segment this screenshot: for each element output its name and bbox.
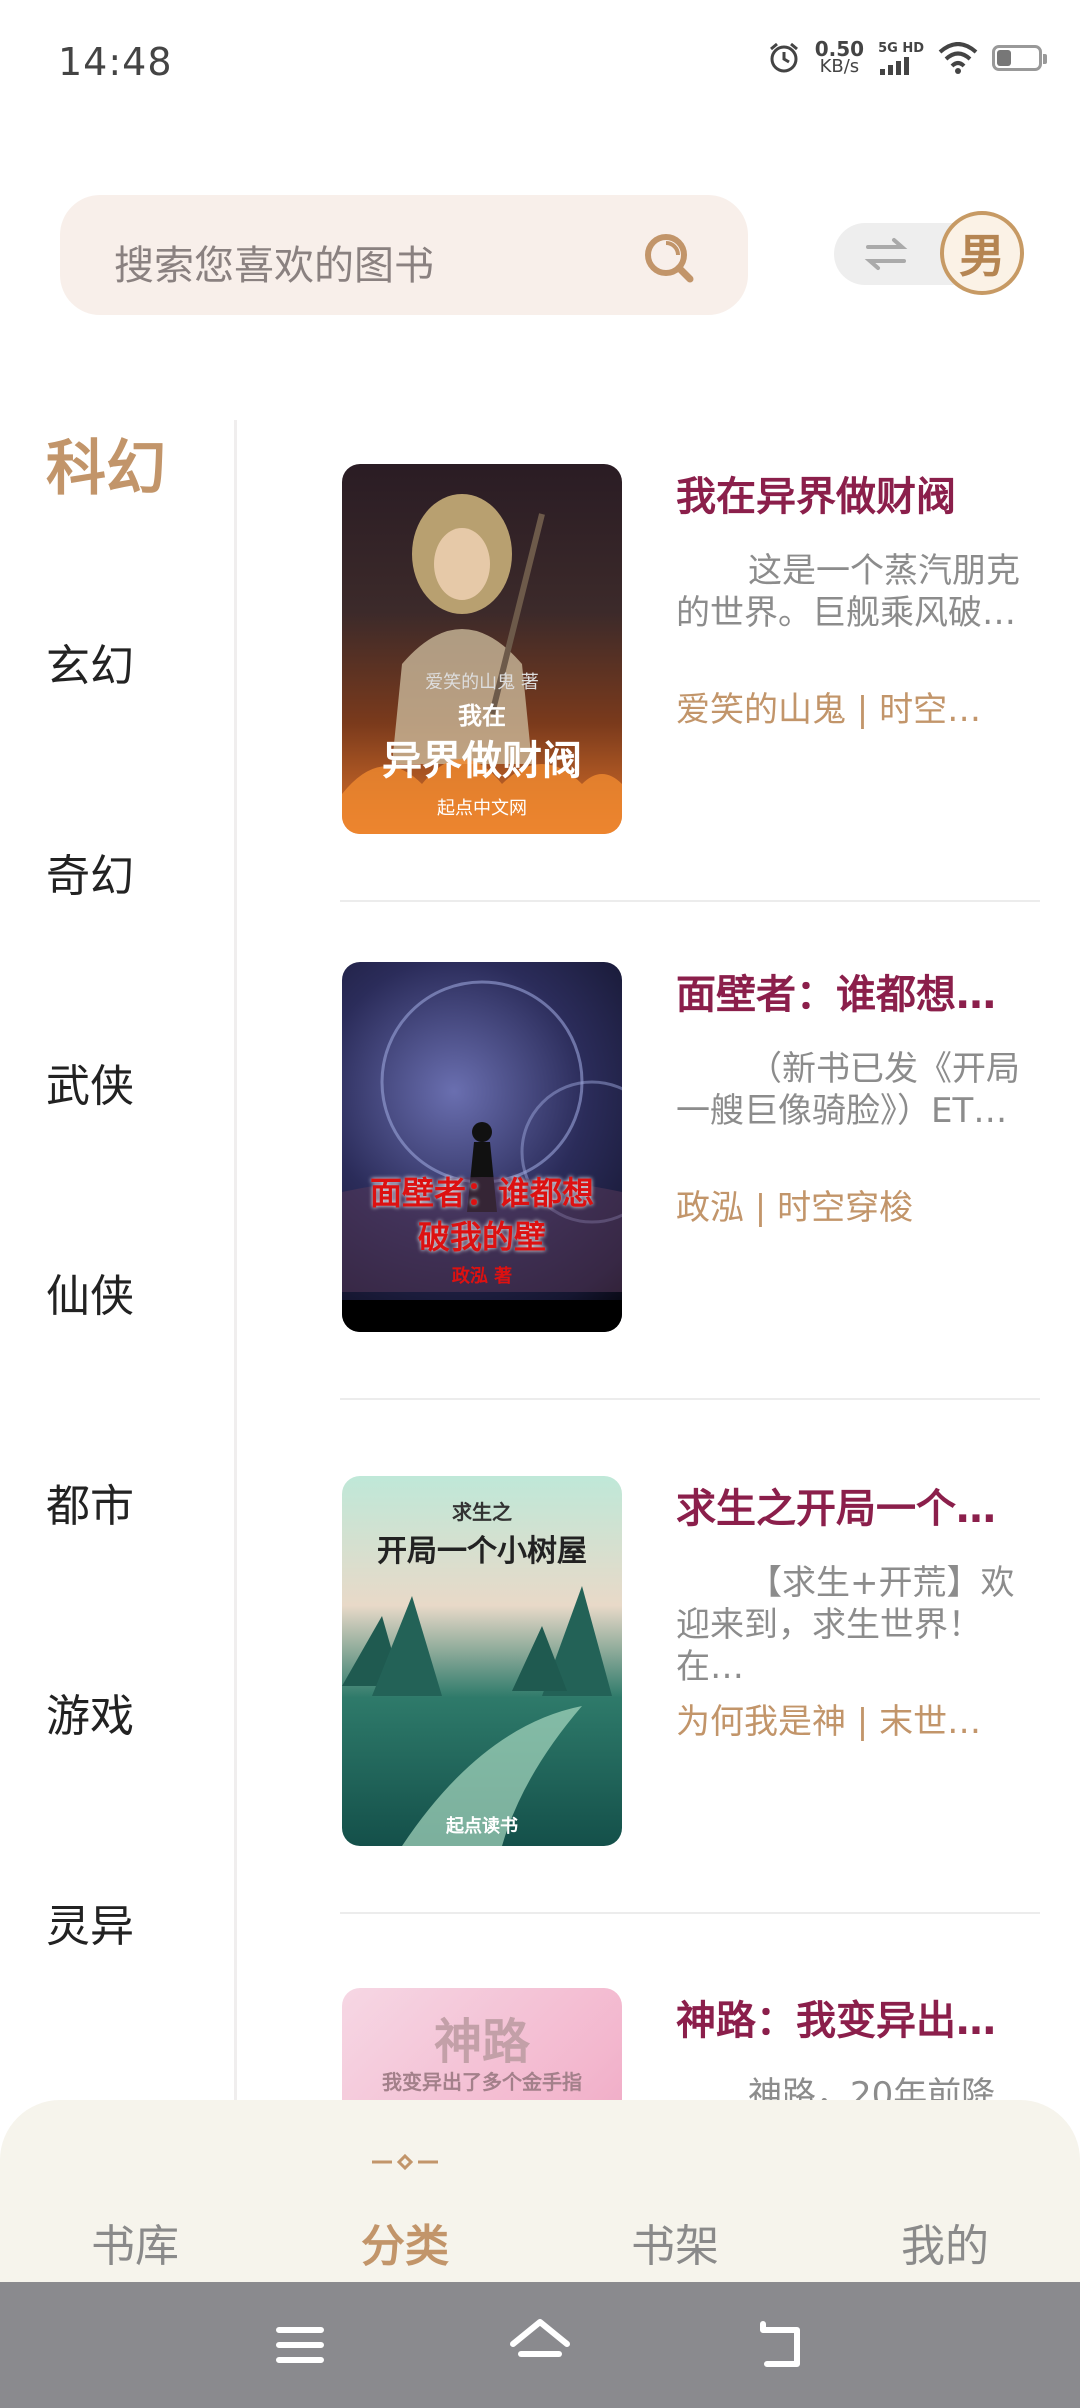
book-cover[interactable]: 面壁者：谁都想 破我的壁 政泓 著 — [342, 962, 622, 1332]
network-type: 5G HD — [878, 40, 924, 56]
status-time: 14:48 — [58, 40, 173, 84]
category-item-urban[interactable]: 都市 — [46, 1470, 134, 1534]
book-list: 爱笑的山鬼 著 我在 异界做财阀 起点中文网 我在异界做财阀 这是一个蒸汽朋克的… — [340, 420, 1040, 2100]
tab-bookshelf[interactable]: 书架 — [540, 2210, 810, 2274]
book-title[interactable]: 我在异界做财阀 — [676, 464, 956, 522]
tab-mine[interactable]: 我的 — [810, 2210, 1080, 2274]
status-bar: 14:48 0.50 KB/s 5G HD — [0, 0, 1080, 120]
cover-line1: 我在 — [458, 701, 506, 730]
category-item-scifi[interactable]: 科幻 — [46, 420, 166, 507]
book-item[interactable]: 爱笑的山鬼 著 我在 异界做财阀 起点中文网 我在异界做财阀 这是一个蒸汽朋克的… — [340, 420, 1040, 902]
menu-icon[interactable] — [265, 2310, 335, 2380]
divider — [340, 1912, 1040, 1914]
divider — [340, 1398, 1040, 1400]
signal-icon — [880, 56, 910, 75]
cover-line1: 求生之 — [452, 1500, 512, 1524]
wifi-icon — [938, 42, 978, 74]
cover-publisher: 起点读书 — [446, 1816, 518, 1837]
book-cover[interactable]: 爱笑的山鬼 著 我在 异界做财阀 起点中文网 — [342, 464, 622, 834]
cover-line2: 异界做财阀 — [382, 737, 582, 784]
cover-line1: 面壁者：谁都想 — [369, 1174, 594, 1212]
battery-icon — [992, 45, 1047, 71]
cover-line2: 破我的壁 — [417, 1218, 546, 1256]
search-icon[interactable] — [640, 229, 696, 285]
cover-publisher: 起点中文网 — [437, 798, 527, 819]
gender-toggle[interactable]: 男 — [834, 211, 1024, 295]
home-icon[interactable] — [505, 2310, 575, 2380]
category-item-game[interactable]: 游戏 — [46, 1680, 134, 1744]
book-meta: 爱笑的山鬼 | 时空… — [676, 690, 982, 730]
cover-author: 爱笑的山鬼 著 — [425, 672, 539, 693]
book-cover[interactable]: 求生之 开局一个小树屋 起点读书 — [342, 1476, 622, 1846]
book-title[interactable]: 面壁者：谁都想… — [676, 962, 996, 1020]
status-icons: 0.50 KB/s 5G HD — [767, 39, 1047, 77]
book-meta: 政泓 | 时空穿梭 — [676, 1188, 914, 1228]
book-meta: 为何我是神 | 末世… — [676, 1702, 982, 1742]
category-item-wuxia[interactable]: 武侠 — [46, 1050, 134, 1114]
tab-library[interactable]: 书库 — [0, 2210, 270, 2274]
tab-indicator-icon — [372, 2154, 438, 2170]
book-item[interactable]: 求生之 开局一个小树屋 起点读书 求生之开局一个… 【求生+开荒】欢迎来到，求生… — [340, 1432, 1040, 1914]
alarm-icon — [769, 42, 798, 73]
network-speed: 0.50 KB/s — [815, 39, 864, 77]
book-cover[interactable]: 神路 我变异出了多个金手指 — [342, 1988, 622, 2100]
tab-category[interactable]: 分类 — [270, 2210, 540, 2274]
book-item[interactable]: 神路 我变异出了多个金手指 神路：我变异出… 神路，20年前降… — [340, 1944, 1040, 2100]
swap-icon — [864, 238, 908, 270]
divider — [340, 900, 1040, 902]
gender-badge[interactable]: 男 — [940, 211, 1024, 295]
book-desc: 【求生+开荒】欢迎来到，求生世界！在… — [676, 1563, 1015, 1687]
book-item[interactable]: 面壁者：谁都想 破我的壁 政泓 著 面壁者：谁都想… （新书已发《开局一艘巨像骑… — [340, 918, 1040, 1400]
cover-author: 政泓 著 — [451, 1266, 513, 1287]
cover-line2: 开局一个小树屋 — [377, 1534, 587, 1569]
category-item-xianxia[interactable]: 仙侠 — [46, 1260, 134, 1324]
search-bar[interactable]: 搜索您喜欢的图书 — [60, 195, 748, 315]
signal-group: 5G HD — [878, 42, 924, 75]
speed-unit: KB/s — [819, 56, 860, 77]
book-desc: 神路，20年前降… — [748, 2075, 1030, 2100]
book-desc: （新书已发《开局一艘巨像骑脸》）ET… — [676, 1049, 1020, 1131]
system-nav-bar — [0, 2282, 1080, 2408]
book-desc: 这是一个蒸汽朋克的世界。巨舰乘风破… — [676, 551, 1020, 633]
back-icon[interactable] — [745, 2310, 815, 2380]
search-input[interactable]: 搜索您喜欢的图书 — [114, 233, 434, 291]
cover-line2: 我变异出了多个金手指 — [382, 2070, 582, 2094]
bottom-tab-bar: 书库 分类 书架 我的 — [0, 2100, 1080, 2282]
book-title[interactable]: 求生之开局一个… — [676, 1476, 996, 1534]
category-item-fantasy[interactable]: 奇幻 — [46, 840, 134, 904]
book-title[interactable]: 神路：我变异出… — [676, 1988, 996, 2046]
cover-line1: 神路 — [433, 2014, 530, 2070]
category-sidebar: 科幻 玄幻 奇幻 武侠 仙侠 都市 游戏 灵异 — [0, 420, 237, 2100]
category-item-supernatural[interactable]: 灵异 — [46, 1890, 134, 1954]
category-item-xuanhuan[interactable]: 玄幻 — [46, 630, 134, 694]
